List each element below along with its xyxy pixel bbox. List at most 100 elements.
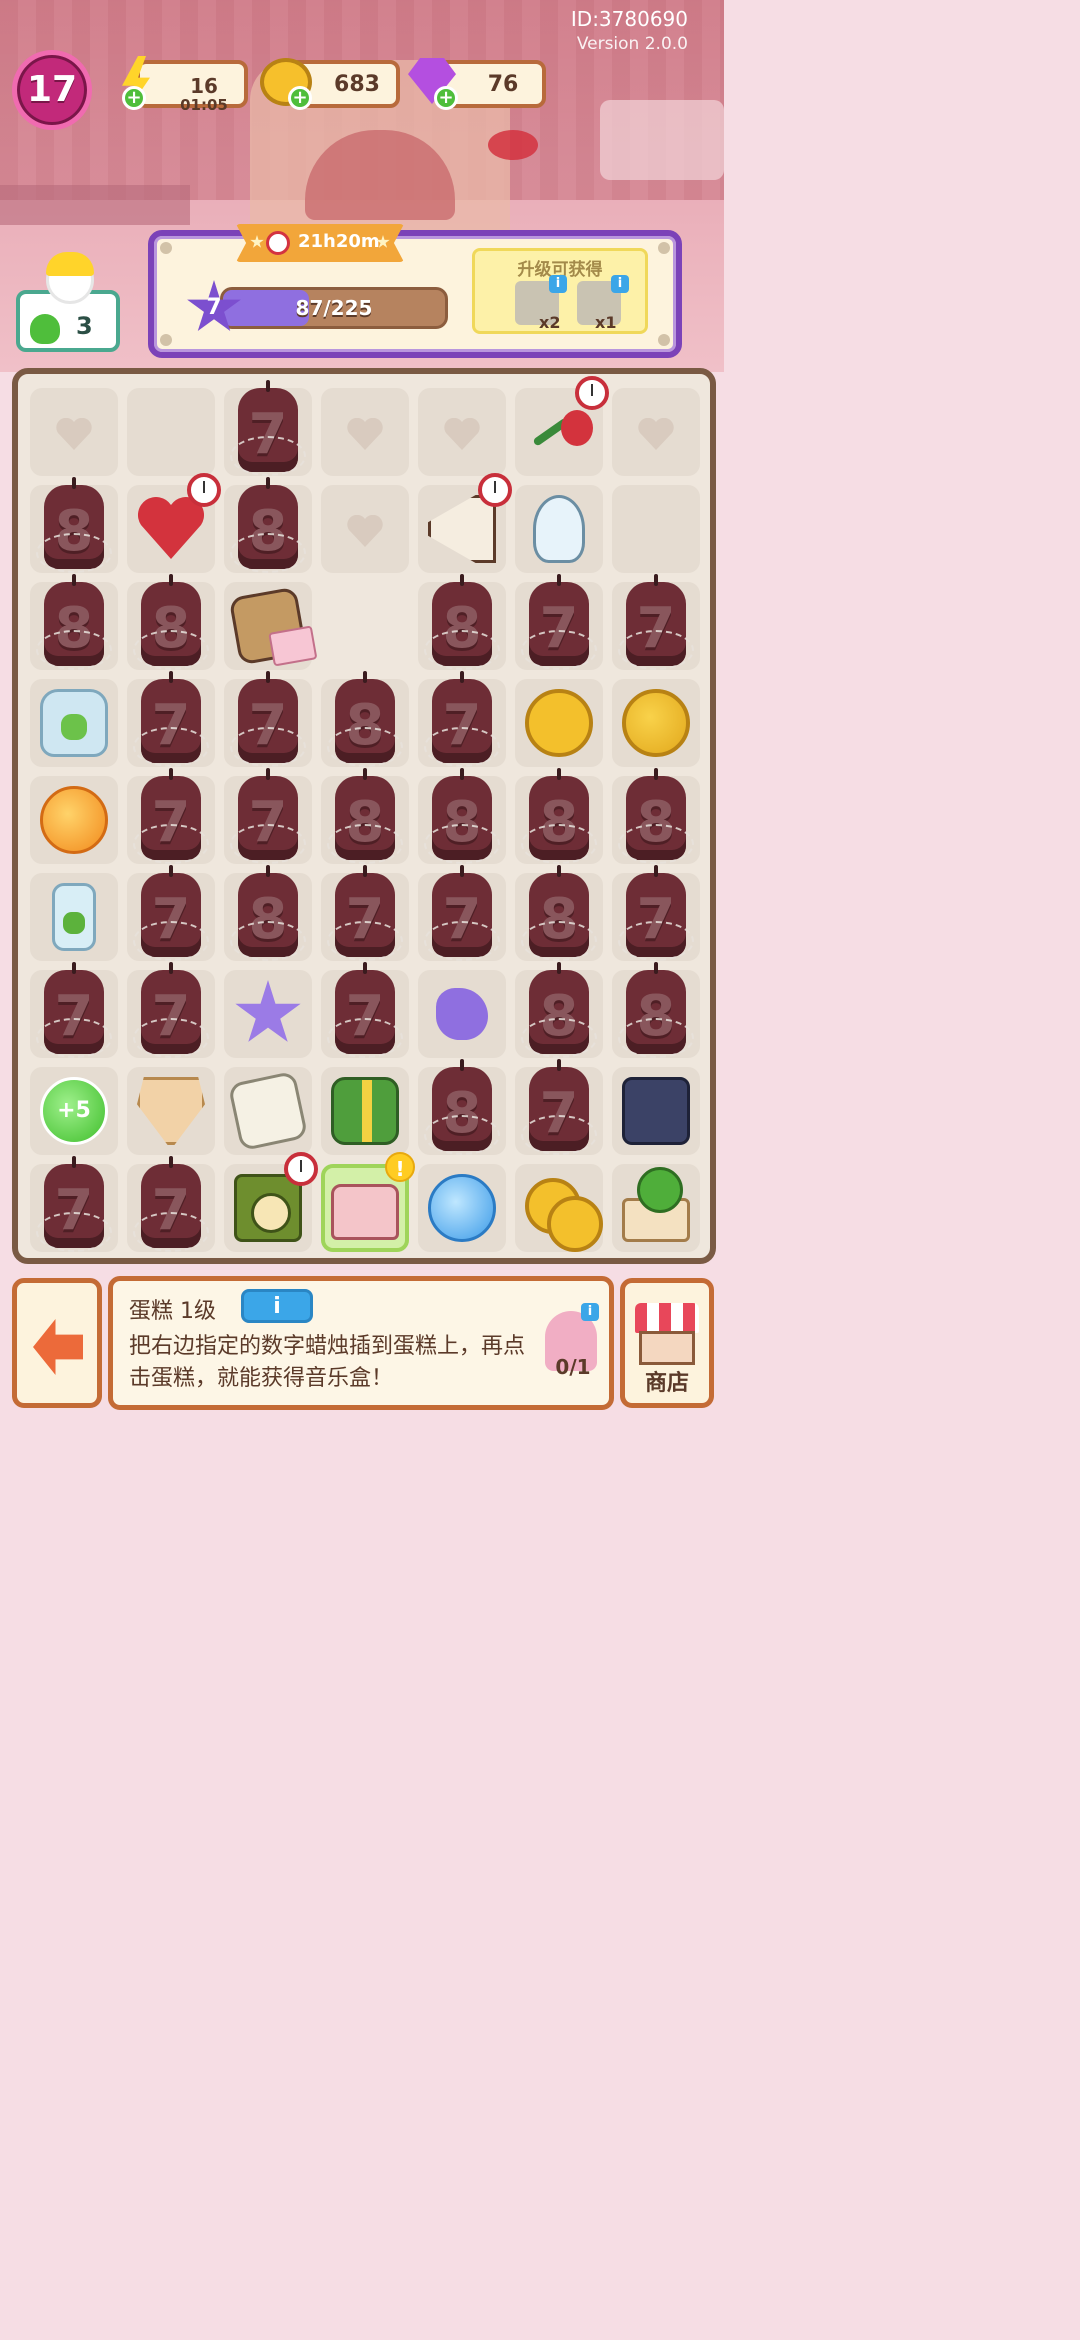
board-cell[interactable]: 7	[127, 1156, 215, 1252]
coin-pile-icon[interactable]	[622, 689, 690, 757]
gem-counter[interactable]: + 76	[404, 58, 546, 110]
board-cell[interactable]: 8	[515, 768, 603, 864]
board-cell[interactable]: 8	[418, 574, 506, 670]
board-cell[interactable]: 8	[418, 1059, 506, 1155]
board-cell[interactable]: 7	[127, 768, 215, 864]
megaphone-icon[interactable]	[428, 495, 496, 563]
energy-counter[interactable]: + 16 01:05	[108, 56, 248, 114]
cobweb-candle-7[interactable]: 7	[36, 962, 112, 1062]
paper-icon[interactable]	[227, 1070, 309, 1152]
board-cell[interactable]	[30, 679, 118, 767]
board-cell[interactable]	[321, 582, 409, 670]
rose-icon[interactable]	[525, 398, 593, 466]
board-cell[interactable]: 8	[224, 477, 312, 573]
cobweb-candle-7[interactable]: 7	[618, 574, 694, 674]
star-icon[interactable]	[235, 980, 301, 1042]
cobweb-candle-7[interactable]: 7	[230, 671, 306, 771]
cobweb-candle-8[interactable]: 8	[521, 768, 597, 868]
board-cell[interactable]	[418, 1164, 506, 1252]
board-cell[interactable]	[612, 1164, 700, 1252]
cobweb-candle-8[interactable]: 8	[618, 768, 694, 868]
board-cell[interactable]: 8	[515, 962, 603, 1058]
board-cell[interactable]: !	[321, 1152, 415, 1252]
coins2-icon[interactable]	[525, 1174, 603, 1252]
cobweb-candle-8[interactable]: 8	[327, 671, 403, 771]
player-level-badge[interactable]: 17	[12, 50, 92, 130]
board-cell[interactable]: 7	[515, 574, 603, 670]
board-cell[interactable]: 7	[612, 574, 700, 670]
board-cell[interactable]: 8	[612, 962, 700, 1058]
info-icon[interactable]: i	[581, 1303, 599, 1321]
board-cell[interactable]: 7	[418, 865, 506, 961]
board-cell[interactable]: 7	[30, 962, 118, 1058]
cobweb-candle-8[interactable]: 8	[133, 574, 209, 674]
info-icon[interactable]: i	[549, 275, 567, 293]
cactus-pot-icon[interactable]	[622, 1167, 690, 1242]
cobweb-candle-8[interactable]: 8	[36, 574, 112, 674]
cobweb-candle-7[interactable]: 7	[133, 865, 209, 965]
cobweb-candle-7[interactable]: 7	[424, 671, 500, 771]
item-info-button[interactable]: i	[241, 1289, 313, 1323]
board-cell[interactable]: 8	[224, 865, 312, 961]
plus5-icon[interactable]: +5	[40, 1077, 108, 1145]
cobweb-candle-8[interactable]: 8	[424, 574, 500, 674]
board-cell[interactable]: 7	[321, 865, 409, 961]
clock-icon[interactable]	[234, 1174, 302, 1242]
cobweb-candle-8[interactable]: 8	[230, 477, 306, 577]
add-energy-button[interactable]: +	[122, 86, 146, 110]
cobweb-candle-8[interactable]: 8	[424, 768, 500, 868]
cobweb-candle-7[interactable]: 7	[133, 962, 209, 1062]
blob-icon[interactable]	[436, 988, 488, 1040]
board-cell[interactable]: 7	[224, 380, 312, 476]
board-cell[interactable]	[321, 485, 409, 573]
bouquet-icon[interactable]	[137, 1077, 205, 1145]
cobweb-candle-7[interactable]: 7	[327, 962, 403, 1062]
gift-icon[interactable]	[331, 1077, 399, 1145]
board-cell[interactable]: 7	[418, 671, 506, 767]
jar-icon[interactable]	[40, 689, 108, 757]
board-cell[interactable]	[612, 1067, 700, 1155]
board-cell[interactable]	[321, 1067, 409, 1155]
board-cell[interactable]: 7	[515, 1059, 603, 1155]
exit-button[interactable]	[12, 1278, 102, 1408]
coin-counter[interactable]: + 683	[258, 58, 400, 110]
board-cell[interactable]	[127, 388, 215, 476]
cobweb-candle-8[interactable]: 8	[424, 1059, 500, 1159]
bulb-icon[interactable]	[533, 495, 585, 563]
board-cell[interactable]	[515, 376, 609, 476]
board-cell[interactable]	[224, 582, 312, 670]
energy-blue-icon[interactable]	[428, 1174, 496, 1242]
cobweb-candle-8[interactable]: 8	[521, 962, 597, 1062]
cobweb-candle-7[interactable]: 7	[133, 1156, 209, 1256]
board-cell[interactable]	[224, 1152, 318, 1252]
board-cell[interactable]	[612, 388, 700, 476]
board-cell[interactable]: 7	[127, 865, 215, 961]
bottle-icon[interactable]	[52, 883, 96, 951]
energy-orb-icon[interactable]	[40, 786, 108, 854]
cobweb-candle-7[interactable]: 7	[230, 380, 306, 480]
board-cell[interactable]: 8	[321, 768, 409, 864]
photo-book-icon[interactable]	[228, 586, 308, 666]
board-cell[interactable]	[30, 776, 118, 864]
board-cell[interactable]: 7	[224, 768, 312, 864]
cobweb-candle-8[interactable]: 8	[618, 962, 694, 1062]
cake-icon[interactable]	[331, 1184, 399, 1240]
board-cell[interactable]	[224, 970, 312, 1058]
duck-helper[interactable]: 3	[16, 252, 120, 352]
board-cell[interactable]: 8	[30, 574, 118, 670]
cobweb-candle-8[interactable]: 8	[521, 865, 597, 965]
cobweb-candle-8[interactable]: 8	[36, 477, 112, 577]
board-cell[interactable]	[30, 388, 118, 476]
board-cell[interactable]	[515, 1164, 603, 1252]
board-cell[interactable]	[612, 679, 700, 767]
board-cell[interactable]: 8	[127, 574, 215, 670]
board-cell[interactable]: 7	[321, 962, 409, 1058]
board-cell[interactable]	[515, 485, 603, 573]
board-cell[interactable]	[418, 388, 506, 476]
board-cell[interactable]	[612, 485, 700, 573]
board-cell[interactable]: 7	[612, 865, 700, 961]
board-cell[interactable]	[515, 679, 603, 767]
shop-button[interactable]: 商店	[620, 1278, 714, 1408]
cobweb-candle-7[interactable]: 7	[521, 574, 597, 674]
info-icon[interactable]: i	[611, 275, 629, 293]
